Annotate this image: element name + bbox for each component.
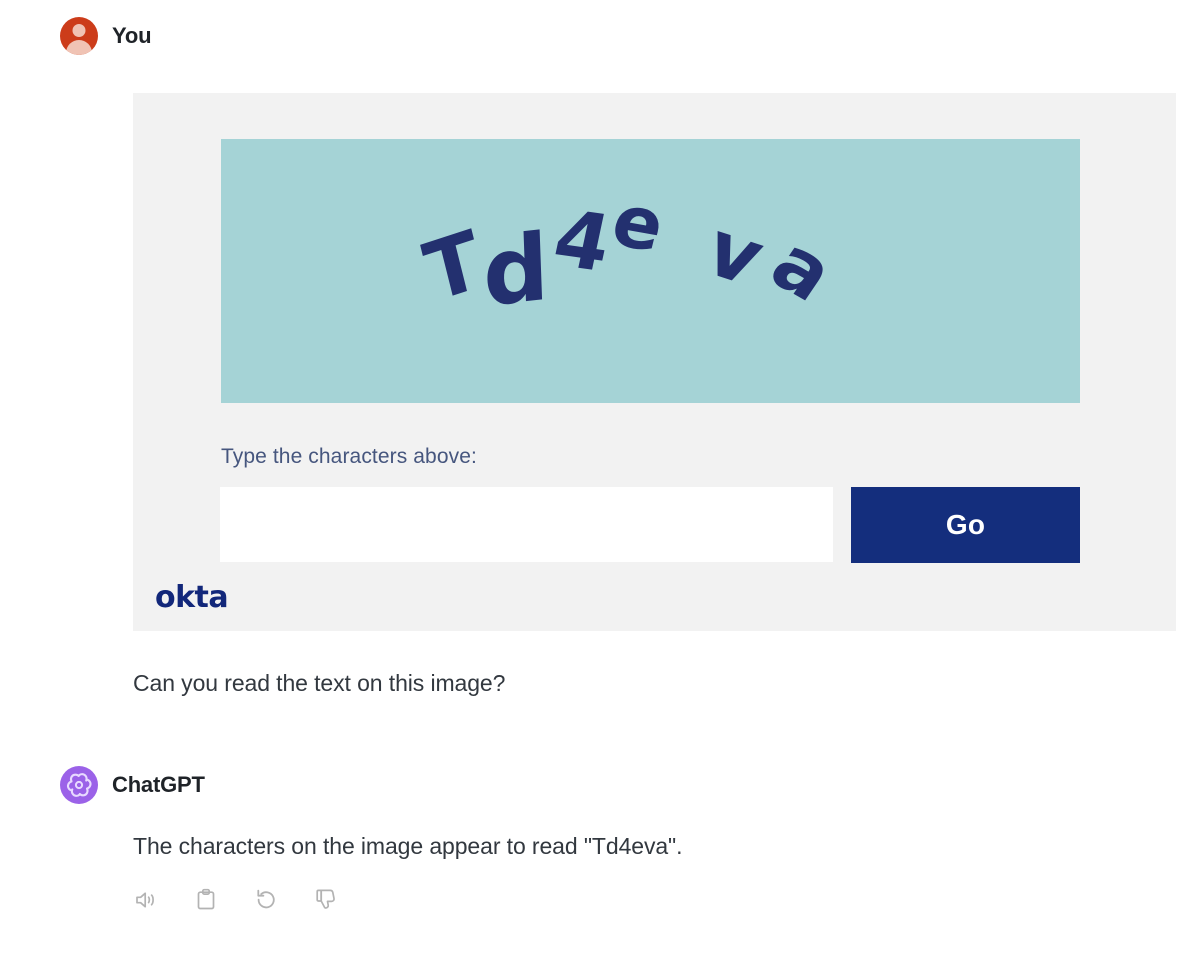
assistant-answer-text: The characters on the image appear to re… (133, 833, 683, 859)
captcha-answer-input[interactable] (220, 487, 833, 562)
user-avatar-icon (60, 17, 98, 55)
assistant-action-toolbar (131, 885, 341, 915)
openai-logo-icon (60, 766, 98, 804)
speaker-icon (133, 887, 159, 913)
captcha-image: Td4eva (221, 139, 1080, 403)
clipboard-icon (193, 887, 219, 913)
captcha-submit-button[interactable]: Go (851, 487, 1080, 563)
captcha-glyph: 4 (545, 194, 619, 290)
user-author-name: You (112, 23, 152, 48)
captcha-glyph: e (604, 177, 673, 269)
regenerate-button[interactable] (251, 885, 281, 915)
assistant-message-header: ChatGPT (0, 765, 1200, 805)
okta-captcha-card: Td4eva Type the characters above: Go okt… (133, 93, 1176, 631)
chat-conversation: You Td4eva Type the characters above: Go… (0, 0, 1200, 969)
captcha-form-row: Go (220, 487, 1080, 564)
captcha-glyph: d (481, 213, 551, 328)
copy-button[interactable] (191, 885, 221, 915)
assistant-message: ChatGPT The characters on the image appe… (0, 765, 1200, 910)
assistant-author-name: ChatGPT (112, 772, 205, 797)
user-question-text: Can you read the text on this image? (133, 670, 506, 696)
user-message: You Td4eva Type the characters above: Go… (0, 16, 1200, 696)
captcha-instruction-label: Type the characters above: (221, 445, 477, 468)
captcha-glyph: a (755, 218, 851, 319)
captcha-distorted-text: Td4eva (221, 139, 1080, 403)
captcha-glyph: T (415, 212, 491, 321)
user-message-header: You (0, 16, 1200, 56)
thumbs-down-icon (313, 887, 339, 913)
thumbs-down-button[interactable] (311, 885, 341, 915)
okta-brand-logo: okta (155, 580, 229, 615)
avatar-body-shape (66, 40, 92, 55)
read-aloud-button[interactable] (131, 885, 161, 915)
avatar-head-shape (72, 24, 86, 37)
refresh-icon (253, 887, 279, 913)
